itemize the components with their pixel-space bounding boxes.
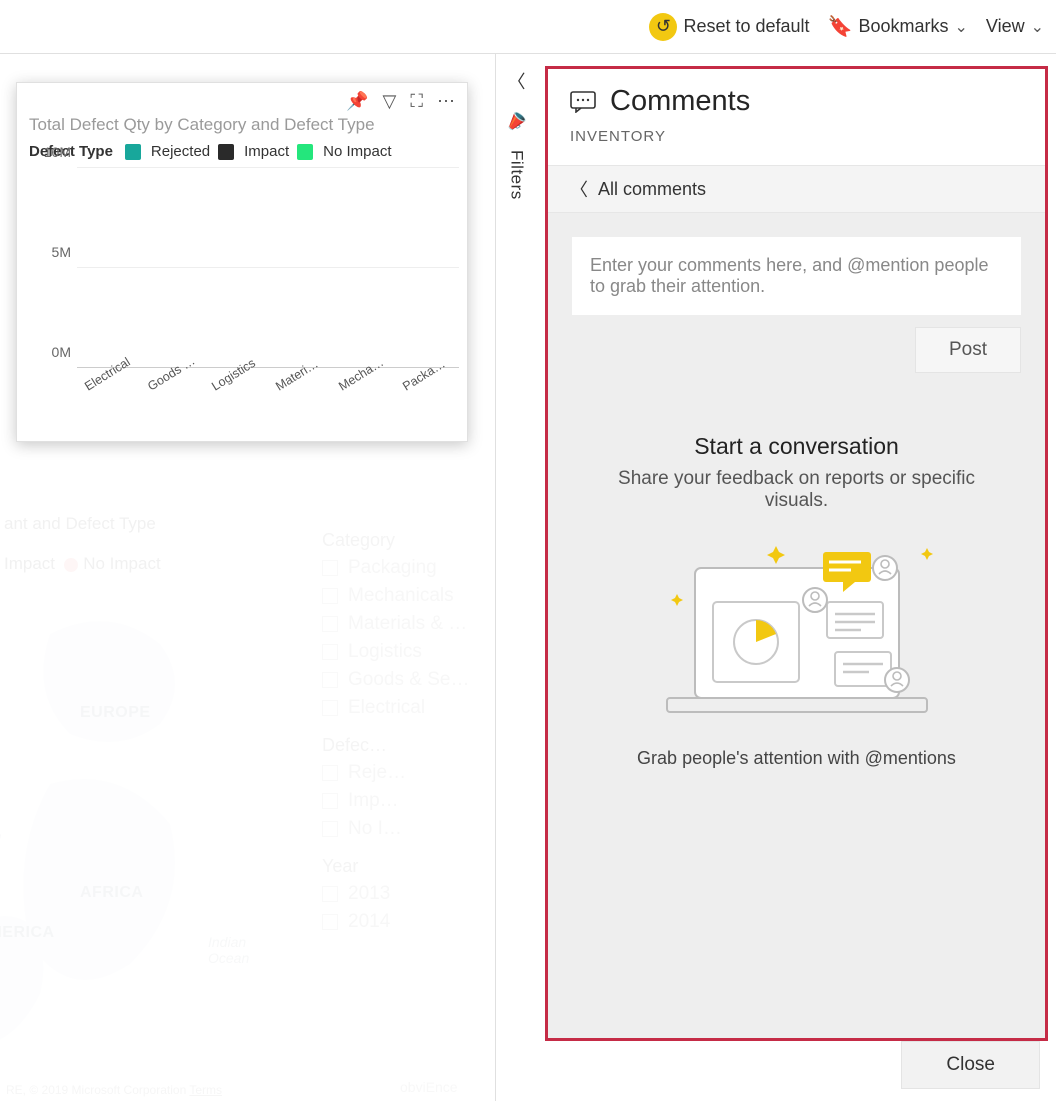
slicer-item-label: Materials & …	[348, 613, 467, 635]
report-canvas: 📌 ▽ ⛶ ⋯ Total Defect Qty by Category and…	[0, 54, 495, 1101]
checkbox-icon	[322, 616, 338, 632]
background-faded-content: ant and Defect Type Impact No Impact EUR…	[0, 514, 495, 1101]
all-comments-label: All comments	[598, 179, 706, 200]
focus-mode-icon[interactable]: ⛶	[410, 91, 423, 112]
slicer-item-label: Goods & Se…	[348, 669, 469, 691]
legend-label: No Impact	[323, 143, 391, 160]
slicer-item[interactable]: Packaging	[322, 557, 489, 579]
checkbox-icon	[322, 914, 338, 930]
start-conversation-desc: Share your feedback on reports or specif…	[607, 468, 987, 512]
legend-label: Rejected	[151, 143, 210, 160]
map-label: EUROPE	[80, 704, 151, 722]
slicer-item[interactable]: Materials & …	[322, 613, 489, 635]
all-comments-button[interactable]: 〈 All comments	[548, 165, 1045, 213]
more-options-icon[interactable]: ⋯	[437, 91, 455, 112]
bg-text: No Impact	[83, 554, 160, 573]
chevron-left-icon: 〈	[570, 176, 588, 202]
comments-subtitle: INVENTORY	[570, 128, 1023, 145]
slicer-item-label: Mechanicals	[348, 585, 454, 607]
filters-rail: 〈 📣 Filters	[495, 54, 537, 1101]
map-label: AFRICA	[80, 884, 143, 902]
reset-icon: ↺	[649, 13, 677, 41]
visual-header-toolbar: 📌 ▽ ⛶ ⋯	[17, 83, 467, 119]
pin-icon[interactable]: 📌	[346, 91, 368, 112]
slicer-title: Year	[322, 856, 489, 877]
comments-icon	[570, 91, 596, 113]
slicer-title: Category	[322, 530, 489, 551]
top-toolbar: ↺ Reset to default 🔖 Bookmarks ⌄ View ⌄	[0, 0, 1056, 54]
reset-to-default-button[interactable]: ↺ Reset to default	[649, 13, 809, 41]
announce-icon[interactable]: 📣	[502, 108, 530, 136]
collapse-chevron-icon[interactable]: 〈	[508, 68, 526, 94]
slicer-item[interactable]: Electrical	[322, 697, 489, 719]
map-attribution: RE, © 2019 Microsoft Corporation Terms	[6, 1083, 222, 1097]
slicer-item-label: No I…	[348, 818, 402, 840]
chart-visual[interactable]: 📌 ▽ ⛶ ⋯ Total Defect Qty by Category and…	[16, 82, 468, 442]
legend-swatch-rejected	[125, 144, 141, 160]
y-tick: 0M	[52, 344, 71, 360]
map-visual: EUROPE AFRICA H AMERICA tlantic Ocean In…	[0, 594, 300, 1114]
close-button[interactable]: Close	[901, 1041, 1040, 1089]
filter-icon[interactable]: ▽	[383, 91, 397, 112]
slicer-item[interactable]: No I…	[322, 818, 489, 840]
bg-text: Impact	[4, 554, 55, 573]
chart-plot-area: 0M 5M 10M	[77, 168, 459, 368]
checkbox-icon	[322, 793, 338, 809]
chevron-down-icon: ⌄	[954, 17, 967, 37]
bookmarks-menu[interactable]: 🔖 Bookmarks ⌄	[828, 14, 968, 39]
mentions-tip: Grab people's attention with @mentions	[637, 748, 956, 769]
slicer-item-label: Reje…	[348, 762, 406, 784]
slicer-item[interactable]: Imp…	[322, 790, 489, 812]
map-label: Indian Ocean	[208, 934, 249, 966]
legend-swatch-impact	[218, 144, 234, 160]
chart-title: Total Defect Qty by Category and Defect …	[17, 115, 467, 135]
obvience-label: obviEnce	[400, 1079, 458, 1095]
post-button[interactable]: Post	[915, 327, 1021, 373]
checkbox-icon	[322, 672, 338, 688]
map-label: tlantic Ocean	[0, 812, 1, 844]
slicer-item[interactable]: 2014	[322, 911, 489, 933]
slicer-item[interactable]: 2013	[322, 883, 489, 905]
chart-legend: Defect Type Rejected Impact No Impact	[17, 135, 467, 162]
checkbox-icon	[322, 700, 338, 716]
conversation-illustration	[647, 538, 947, 728]
checkbox-icon	[322, 886, 338, 902]
slicer-item-label: 2013	[348, 883, 390, 905]
slicer-item-label: Electrical	[348, 697, 425, 719]
view-menu[interactable]: View ⌄	[986, 16, 1044, 37]
slicer-item-label: 2014	[348, 911, 390, 933]
checkbox-icon	[322, 821, 338, 837]
bookmark-icon: 🔖	[828, 14, 853, 39]
comment-input[interactable]: Enter your comments here, and @mention p…	[572, 237, 1021, 315]
y-tick: 5M	[52, 244, 71, 260]
dot-icon	[64, 558, 78, 572]
slicer-item[interactable]: Logistics	[322, 641, 489, 663]
slicer-item[interactable]: Goods & Se…	[322, 669, 489, 691]
slicer-item[interactable]: Mechanicals	[322, 585, 489, 607]
slicer-item[interactable]: Reje…	[322, 762, 489, 784]
slicer-title: Defec…	[322, 735, 489, 756]
checkbox-icon	[322, 588, 338, 604]
comments-title: Comments	[610, 85, 750, 118]
y-tick: 10M	[44, 144, 71, 160]
map-label: H AMERICA	[0, 924, 55, 942]
checkbox-icon	[322, 765, 338, 781]
start-conversation-title: Start a conversation	[694, 433, 899, 460]
legend-label: Impact	[244, 143, 289, 160]
terms-link[interactable]: Terms	[189, 1083, 222, 1097]
bookmarks-label: Bookmarks	[858, 16, 948, 37]
view-label: View	[986, 16, 1025, 37]
comments-panel: Comments INVENTORY 〈 All comments Enter …	[545, 66, 1048, 1041]
bg-text: ant and Defect Type	[4, 514, 156, 533]
slicer-item-label: Imp…	[348, 790, 399, 812]
reset-label: Reset to default	[683, 16, 809, 37]
slicer-item-label: Logistics	[348, 641, 422, 663]
filters-rail-label[interactable]: Filters	[507, 150, 527, 200]
legend-swatch-no-impact	[297, 144, 313, 160]
slicer-item-label: Packaging	[348, 557, 437, 579]
chevron-down-icon: ⌄	[1031, 17, 1044, 37]
checkbox-icon	[322, 644, 338, 660]
checkbox-icon	[322, 560, 338, 576]
